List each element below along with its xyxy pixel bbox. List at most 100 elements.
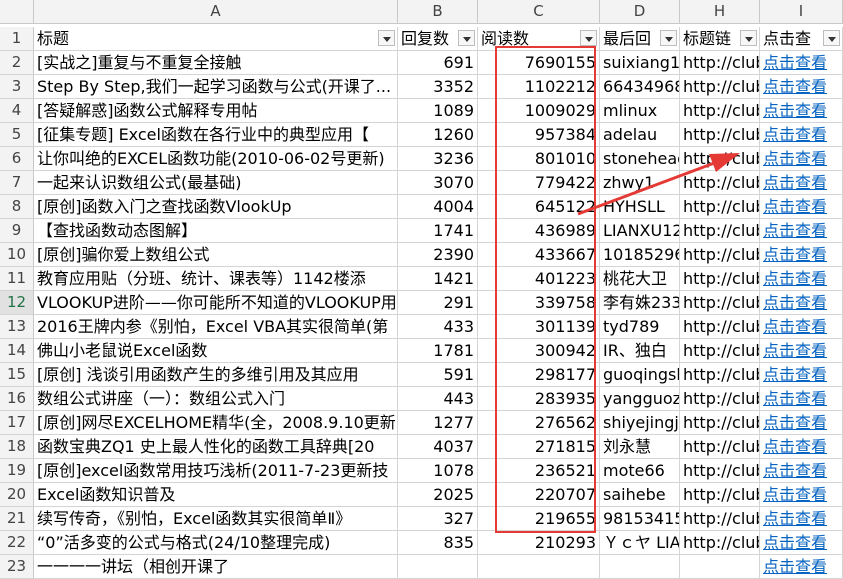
hyperlink-text[interactable]: 点击查看: [763, 149, 827, 168]
row-header[interactable]: 22: [0, 531, 34, 555]
filter-dropdown-icon[interactable]: [458, 30, 475, 46]
click-view-link[interactable]: 点击查看: [760, 99, 843, 123]
click-view-link[interactable]: 点击查看: [760, 411, 843, 435]
row-header[interactable]: 16: [0, 387, 34, 411]
last-reply-cell[interactable]: shiyejingjie: [600, 411, 680, 435]
hyperlink-text[interactable]: 点击查看: [763, 53, 827, 72]
row-header[interactable]: 17: [0, 411, 34, 435]
reads-cell[interactable]: 271815: [478, 435, 600, 459]
click-view-link[interactable]: 点击查看: [760, 291, 843, 315]
title-link-cell[interactable]: http://club: [680, 411, 760, 435]
column-header-b[interactable]: B: [398, 0, 478, 24]
title-link-cell[interactable]: http://club: [680, 75, 760, 99]
last-reply-cell[interactable]: Ｙｃヤ LIAN: [600, 531, 680, 555]
replies-cell[interactable]: 835: [398, 531, 478, 555]
replies-cell[interactable]: 691: [398, 51, 478, 75]
row-header[interactable]: 15: [0, 363, 34, 387]
header-cell-title[interactable]: 标题: [34, 27, 398, 51]
click-view-link[interactable]: 点击查看: [760, 555, 843, 579]
title-link-cell[interactable]: http://club: [680, 339, 760, 363]
column-header-c[interactable]: C: [478, 0, 600, 24]
reads-cell[interactable]: 219655: [478, 507, 600, 531]
title-cell[interactable]: 佛山小老鼠说Excel函数: [34, 339, 398, 363]
replies-cell[interactable]: 591: [398, 363, 478, 387]
column-header-i[interactable]: I: [760, 0, 843, 24]
reads-cell[interactable]: 1102212: [478, 75, 600, 99]
replies-cell[interactable]: [398, 555, 478, 579]
title-link-cell[interactable]: [680, 555, 760, 579]
replies-cell[interactable]: 4037: [398, 435, 478, 459]
reads-cell[interactable]: 298177: [478, 363, 600, 387]
title-link-cell[interactable]: http://club: [680, 363, 760, 387]
hyperlink-text[interactable]: 点击查看: [763, 245, 827, 264]
title-link-cell[interactable]: http://club: [680, 171, 760, 195]
reads-cell[interactable]: 645122: [478, 195, 600, 219]
filter-dropdown-icon[interactable]: [660, 30, 677, 46]
title-cell[interactable]: 【查找函数动态图解】: [34, 219, 398, 243]
title-cell[interactable]: VLOOKUP进阶——你可能所不知道的VLOOKUP用: [34, 291, 398, 315]
title-cell[interactable]: Step By Step,我们一起学习函数与公式(开课了...: [34, 75, 398, 99]
last-reply-cell[interactable]: IR、独白: [600, 339, 680, 363]
reads-cell[interactable]: 7690155: [478, 51, 600, 75]
title-cell[interactable]: [原创]骗你爱上数组公式: [34, 243, 398, 267]
hyperlink-text[interactable]: 点击查看: [763, 413, 827, 432]
hyperlink-text[interactable]: 点击查看: [763, 293, 827, 312]
header-cell-last-reply[interactable]: 最后回: [600, 27, 680, 51]
title-link-cell[interactable]: http://club: [680, 99, 760, 123]
header-cell-reads[interactable]: 阅读数: [478, 27, 600, 51]
reads-cell[interactable]: 301139: [478, 315, 600, 339]
filter-dropdown-icon[interactable]: [580, 30, 597, 46]
hyperlink-text[interactable]: 点击查看: [763, 533, 827, 552]
column-header-d[interactable]: D: [600, 0, 680, 24]
row-header[interactable]: 8: [0, 195, 34, 219]
title-link-cell[interactable]: http://club: [680, 291, 760, 315]
click-view-link[interactable]: 点击查看: [760, 531, 843, 555]
header-cell-replies[interactable]: 回复数: [398, 27, 478, 51]
title-cell[interactable]: Excel函数知识普及: [34, 483, 398, 507]
reads-cell[interactable]: 436989: [478, 219, 600, 243]
replies-cell[interactable]: 2025: [398, 483, 478, 507]
last-reply-cell[interactable]: suixiang12: [600, 51, 680, 75]
title-link-cell[interactable]: http://club: [680, 147, 760, 171]
title-cell[interactable]: “0”活多变的公式与格式(24/10整理完成): [34, 531, 398, 555]
click-view-link[interactable]: 点击查看: [760, 387, 843, 411]
replies-cell[interactable]: 327: [398, 507, 478, 531]
row-header[interactable]: 2: [0, 51, 34, 75]
hyperlink-text[interactable]: 点击查看: [763, 485, 827, 504]
click-view-link[interactable]: 点击查看: [760, 339, 843, 363]
hyperlink-text[interactable]: 点击查看: [763, 461, 827, 480]
title-cell[interactable]: 一一一一讲坛（相创开课了: [34, 555, 398, 579]
last-reply-cell[interactable]: 李有姝233: [600, 291, 680, 315]
hyperlink-text[interactable]: 点击查看: [763, 269, 827, 288]
title-cell[interactable]: [原创] 浅谈引用函数产生的多维引用及其应用: [34, 363, 398, 387]
hyperlink-text[interactable]: 点击查看: [763, 101, 827, 120]
reads-cell[interactable]: 779422: [478, 171, 600, 195]
row-header[interactable]: 10: [0, 243, 34, 267]
last-reply-cell[interactable]: zhwy1: [600, 171, 680, 195]
hyperlink-text[interactable]: 点击查看: [763, 77, 827, 96]
row-header[interactable]: 11: [0, 267, 34, 291]
reads-cell[interactable]: 276562: [478, 411, 600, 435]
hyperlink-text[interactable]: 点击查看: [763, 317, 827, 336]
title-link-cell[interactable]: http://club: [680, 315, 760, 339]
title-cell[interactable]: [原创]函数入门之查找函数VlookUp: [34, 195, 398, 219]
title-link-cell[interactable]: http://club: [680, 435, 760, 459]
row-header[interactable]: 21: [0, 507, 34, 531]
title-link-cell[interactable]: http://club: [680, 459, 760, 483]
reads-cell[interactable]: 957384: [478, 123, 600, 147]
replies-cell[interactable]: 1078: [398, 459, 478, 483]
row-header[interactable]: 3: [0, 75, 34, 99]
click-view-link[interactable]: 点击查看: [760, 243, 843, 267]
filter-dropdown-icon[interactable]: [823, 30, 840, 46]
last-reply-cell[interactable]: 101852960: [600, 243, 680, 267]
click-view-link[interactable]: 点击查看: [760, 75, 843, 99]
row-header[interactable]: 12: [0, 291, 34, 315]
click-view-link[interactable]: 点击查看: [760, 267, 843, 291]
title-cell[interactable]: [原创]网尽EXCELHOME精华(全，2008.9.10更新: [34, 411, 398, 435]
header-cell-click-view[interactable]: 点击查: [760, 27, 843, 51]
last-reply-cell[interactable]: mote66: [600, 459, 680, 483]
last-reply-cell[interactable]: saihebe: [600, 483, 680, 507]
hyperlink-text[interactable]: 点击查看: [763, 341, 827, 360]
replies-cell[interactable]: 1260: [398, 123, 478, 147]
row-header[interactable]: 7: [0, 171, 34, 195]
